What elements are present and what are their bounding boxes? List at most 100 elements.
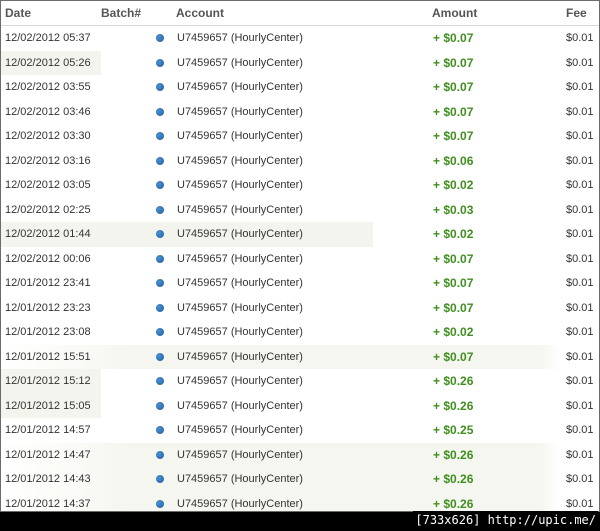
row-account[interactable]: U7459657 (HourlyCenter) — [177, 81, 303, 93]
row-fee: $0.01 — [566, 473, 594, 485]
row-account[interactable]: U7459657 (HourlyCenter) — [177, 449, 303, 461]
table-row[interactable]: 12/01/2012 14:43 U7459657 (HourlyCenter) +… — [1, 467, 599, 492]
status-dot-icon — [156, 132, 164, 140]
row-fee: $0.01 — [566, 375, 594, 387]
row-date: 12/01/2012 23:08 — [5, 326, 91, 338]
row-amount: + $0.02 — [433, 227, 474, 241]
row-account[interactable]: U7459657 (HourlyCenter) — [177, 473, 303, 485]
row-date: 12/02/2012 05:37 — [5, 32, 91, 44]
row-account[interactable]: U7459657 (HourlyCenter) — [177, 204, 303, 216]
row-account[interactable]: U7459657 (HourlyCenter) — [177, 179, 303, 191]
header-amount[interactable]: Amount — [432, 6, 477, 20]
row-account[interactable]: U7459657 (HourlyCenter) — [177, 326, 303, 338]
transaction-history-panel: Date Batch# Account Amount Fee 12/02/201… — [0, 0, 600, 512]
row-account[interactable]: U7459657 (HourlyCenter) — [177, 155, 303, 167]
header-date[interactable]: Date — [5, 6, 31, 20]
table-row[interactable]: 12/02/2012 03:46 U7459657 (HourlyCenter) +… — [1, 100, 599, 125]
row-amount: + $0.25 — [433, 423, 474, 437]
row-amount: + $0.07 — [433, 300, 474, 315]
row-account[interactable]: U7459657 (HourlyCenter) — [177, 351, 303, 363]
row-date: 12/02/2012 03:30 — [5, 130, 91, 142]
image-host-badge: [733x626] http://upic.me/ — [413, 511, 598, 529]
status-dot-icon — [156, 377, 164, 385]
row-account[interactable]: U7459657 (HourlyCenter) — [177, 277, 303, 289]
row-fee: $0.01 — [566, 399, 594, 412]
row-fee: $0.01 — [566, 252, 594, 265]
status-dot-icon — [156, 499, 164, 508]
status-dot-icon — [156, 230, 164, 238]
row-date: 12/02/2012 03:55 — [5, 81, 91, 93]
table-row[interactable]: 12/01/2012 15:12 U7459657 (HourlyCenter) +… — [1, 369, 599, 394]
row-fee: $0.01 — [566, 203, 594, 216]
row-account[interactable]: U7459657 (HourlyCenter) — [177, 375, 303, 387]
table-row[interactable]: 12/02/2012 01:44 U7459657 (HourlyCenter) +… — [1, 222, 599, 247]
row-account[interactable]: U7459657 (HourlyCenter) — [177, 498, 303, 510]
row-amount: + $0.26 — [433, 398, 474, 413]
row-amount: + $0.07 — [433, 80, 474, 94]
status-dot-icon — [156, 181, 164, 189]
row-account[interactable]: U7459657 (HourlyCenter) — [177, 400, 303, 412]
table-row[interactable]: 12/02/2012 02:25 U7459657 (HourlyCenter) +… — [1, 198, 599, 223]
row-amount: + $0.07 — [433, 349, 474, 364]
table-row[interactable]: 12/02/2012 03:05 U7459657 (HourlyCenter) +… — [1, 173, 599, 198]
status-dot-icon — [156, 205, 164, 214]
row-amount: + $0.02 — [433, 325, 474, 339]
row-fee: $0.01 — [566, 448, 594, 461]
row-account[interactable]: U7459657 (HourlyCenter) — [177, 57, 303, 69]
table-row[interactable]: 12/01/2012 14:47 U7459657 (HourlyCenter) +… — [1, 442, 599, 467]
row-amount: + $0.26 — [433, 447, 474, 462]
status-dot-icon — [156, 328, 164, 336]
header-fee[interactable]: Fee — [566, 6, 587, 20]
header-account[interactable]: Account — [176, 6, 224, 20]
table-row[interactable]: 12/01/2012 14:37 U7459657 (HourlyCenter) +… — [1, 491, 599, 511]
row-date: 12/01/2012 15:12 — [5, 375, 91, 387]
status-dot-icon — [156, 279, 164, 287]
row-date: 12/01/2012 14:57 — [5, 424, 91, 436]
row-date: 12/02/2012 00:06 — [5, 252, 91, 265]
table-row[interactable]: 12/02/2012 03:55 U7459657 (HourlyCenter) +… — [1, 75, 599, 100]
row-fee: $0.01 — [566, 228, 594, 240]
row-account[interactable]: U7459657 (HourlyCenter) — [177, 130, 303, 142]
row-amount: + $0.06 — [433, 153, 474, 168]
row-fee: $0.01 — [566, 81, 594, 93]
status-dot-icon — [156, 450, 164, 459]
row-date: 12/02/2012 03:46 — [5, 105, 91, 118]
row-date: 12/01/2012 23:23 — [5, 301, 91, 314]
table-row[interactable]: 12/02/2012 00:06 U7459657 (HourlyCenter) +… — [1, 247, 599, 272]
table-row[interactable]: 12/01/2012 15:51 U7459657 (HourlyCenter) +… — [1, 344, 599, 369]
row-fee: $0.01 — [566, 277, 594, 289]
row-account[interactable]: U7459657 (HourlyCenter) — [177, 424, 303, 436]
table-row[interactable]: 12/02/2012 05:26 U7459657 (HourlyCenter) +… — [1, 50, 599, 75]
row-account[interactable]: U7459657 (HourlyCenter) — [177, 106, 303, 118]
status-dot-icon — [156, 303, 164, 312]
row-account[interactable]: U7459657 (HourlyCenter) — [177, 32, 303, 44]
row-date: 12/01/2012 23:41 — [5, 277, 91, 289]
table-row[interactable]: 12/02/2012 03:16 U7459657 (HourlyCenter) +… — [1, 149, 599, 174]
row-account[interactable]: U7459657 (HourlyCenter) — [177, 228, 303, 240]
status-dot-icon — [156, 475, 164, 483]
status-dot-icon — [156, 401, 164, 410]
row-amount: + $0.26 — [433, 374, 474, 388]
row-amount: + $0.07 — [433, 251, 474, 266]
row-fee: $0.01 — [566, 350, 594, 363]
status-dot-icon — [156, 34, 164, 42]
table-row[interactable]: 12/02/2012 03:30 U7459657 (HourlyCenter) +… — [1, 124, 599, 149]
row-amount: + $0.02 — [433, 178, 474, 192]
row-date: 12/02/2012 03:05 — [5, 179, 91, 191]
status-dot-icon — [156, 254, 164, 263]
table-row[interactable]: 12/01/2012 23:08 U7459657 (HourlyCenter) +… — [1, 320, 599, 345]
row-fee: $0.01 — [566, 154, 594, 167]
table-row[interactable]: 12/02/2012 05:37 U7459657 (HourlyCenter) +… — [1, 26, 599, 51]
row-amount: + $0.07 — [433, 104, 474, 119]
table-row[interactable]: 12/01/2012 23:41 U7459657 (HourlyCenter) +… — [1, 271, 599, 296]
header-batch[interactable]: Batch# — [101, 6, 141, 20]
status-dot-icon — [156, 58, 164, 67]
row-date: 12/02/2012 01:44 — [5, 228, 91, 240]
table-row[interactable]: 12/01/2012 23:23 U7459657 (HourlyCenter) +… — [1, 296, 599, 321]
table-row[interactable]: 12/01/2012 14:57 U7459657 (HourlyCenter) +… — [1, 418, 599, 443]
row-account[interactable]: U7459657 (HourlyCenter) — [177, 302, 303, 314]
table-row[interactable]: 12/01/2012 15:05 U7459657 (HourlyCenter) +… — [1, 393, 599, 418]
row-account[interactable]: U7459657 (HourlyCenter) — [177, 253, 303, 265]
row-fee: $0.01 — [566, 56, 594, 69]
row-fee: $0.01 — [566, 130, 594, 142]
